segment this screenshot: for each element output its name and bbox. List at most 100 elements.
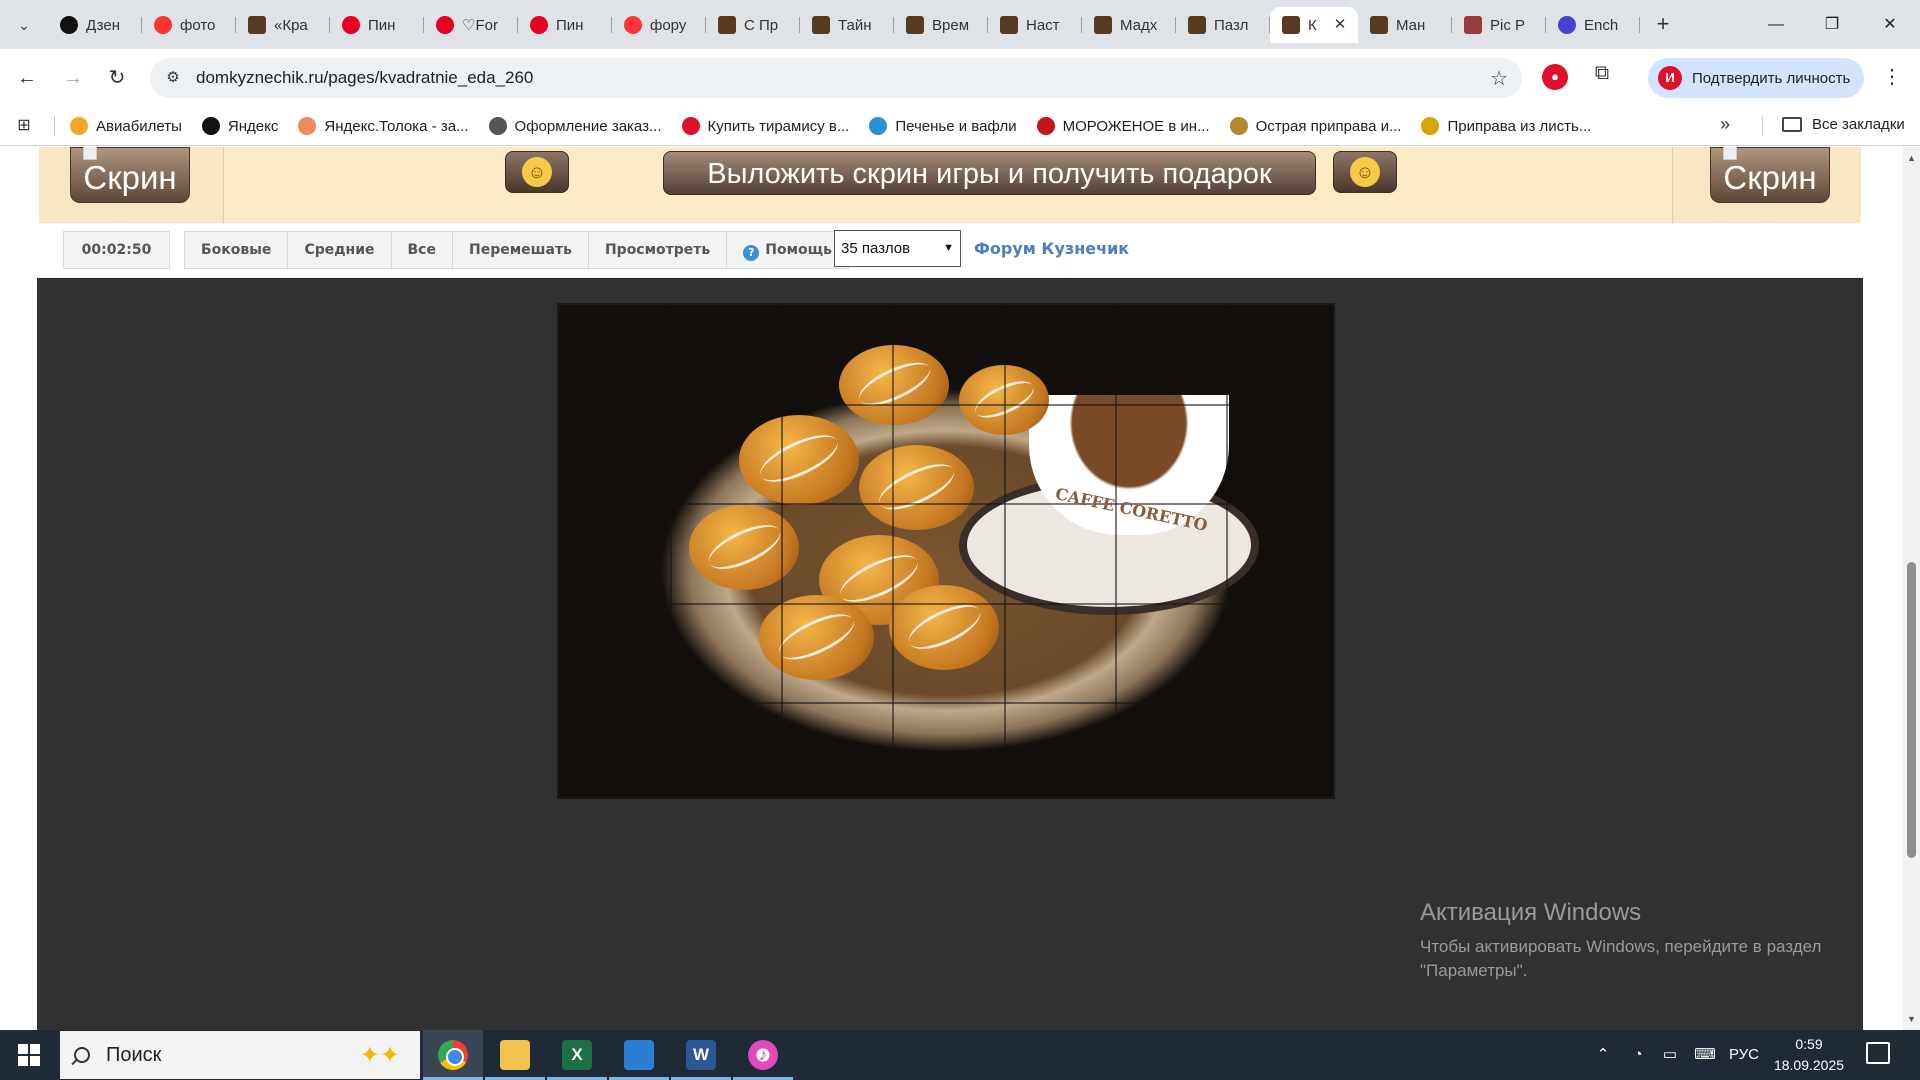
keyboard-icon[interactable]: ⌨ xyxy=(1688,1030,1722,1080)
smiley-right-button[interactable]: ☺ xyxy=(1333,151,1397,193)
browser-tab[interactable]: фото xyxy=(142,7,236,43)
new-tab-button[interactable]: + xyxy=(1650,12,1676,38)
bookmark-item[interactable]: Яндекс.Толока - за... xyxy=(298,117,469,135)
taskbar-chrome[interactable] xyxy=(423,1030,483,1080)
tab-title: Pic P xyxy=(1490,16,1526,34)
bookmark-item[interactable]: Оформление заказ... xyxy=(488,117,662,135)
profile-avatar: И xyxy=(1658,66,1682,90)
shuffle-button[interactable]: Перемешать xyxy=(453,232,589,268)
browser-tab[interactable]: Пин xyxy=(518,7,612,43)
bookmarks-overflow-button[interactable]: » xyxy=(1720,114,1730,135)
network-icon[interactable]: ◔ xyxy=(1624,1030,1652,1080)
bookmark-label: Купить тирамису в... xyxy=(707,117,850,135)
bookmark-item[interactable]: Приправа из листь... xyxy=(1421,117,1591,135)
puzzle-image[interactable]: CAFFE CORETTO xyxy=(557,303,1335,799)
browser-tab[interactable]: Пазл xyxy=(1176,7,1270,43)
battery-icon[interactable]: ▭ xyxy=(1656,1030,1684,1080)
bookmark-item[interactable]: МОРОЖЕНОЕ в ин... xyxy=(1036,117,1210,135)
adblock-extension-icon[interactable]: ● xyxy=(1542,64,1568,90)
reload-button[interactable]: ↻ xyxy=(102,63,132,93)
scroll-thumb[interactable] xyxy=(1907,562,1916,858)
bookmark-label: Печенье и вафли xyxy=(895,117,1017,135)
forward-button[interactable]: → xyxy=(58,63,88,93)
scroll-up-icon[interactable]: ▲ xyxy=(1903,153,1920,163)
puzzle-grid-line xyxy=(1115,305,1117,797)
windows-logo-icon xyxy=(18,1044,40,1066)
upload-screenshot-button[interactable]: Выложить скрин игры и получить подарок xyxy=(663,151,1316,195)
taskbar-photos[interactable] xyxy=(609,1030,669,1080)
taskbar-clock[interactable]: 0:59 18.09.2025 xyxy=(1764,1034,1854,1076)
all-pieces-button[interactable]: Все xyxy=(392,232,452,268)
close-tab-icon[interactable]: ✕ xyxy=(1330,15,1350,35)
apps-grid-icon[interactable]: ⊞ xyxy=(14,116,34,136)
browser-tab[interactable]: Мадх xyxy=(1082,7,1176,43)
taskbar-word[interactable]: W xyxy=(671,1030,731,1080)
edge-pieces-button[interactable]: Боковые xyxy=(185,232,289,268)
timer-box: 00:02:50 xyxy=(63,231,170,269)
pieces-count-value: 35 пазлов xyxy=(841,240,911,257)
extensions-puzzle-icon[interactable]: ⧉ xyxy=(1588,62,1616,90)
taskbar-itunes[interactable]: ♪ xyxy=(733,1030,793,1080)
kuz-favicon-icon xyxy=(1000,16,1018,34)
yandex-favicon-icon xyxy=(624,16,642,34)
browser-tab[interactable]: Врем xyxy=(894,7,988,43)
close-window-button[interactable]: ✕ xyxy=(1862,0,1918,49)
tab-title: Врем xyxy=(932,16,970,34)
profile-button[interactable]: И Подтвердить личность xyxy=(1648,58,1864,98)
help-button[interactable]: ? Помощь xyxy=(727,232,848,268)
taskbar-search-box[interactable]: Поиск ✦✦ xyxy=(60,1031,420,1079)
browser-tab[interactable]: Дзен xyxy=(48,7,142,43)
url-text[interactable]: domkyznechik.ru/pages/kvadratnie_eda_260 xyxy=(196,68,533,88)
bookmark-star-icon[interactable]: ☆ xyxy=(1490,66,1508,91)
taskbar-excel[interactable]: X xyxy=(547,1030,607,1080)
browser-tab[interactable]: К ✕ xyxy=(1270,7,1358,43)
forum-link[interactable]: Форум Кузнечик xyxy=(974,239,1129,258)
browser-tab[interactable]: С Пр xyxy=(706,7,800,43)
browser-tab[interactable]: Наст xyxy=(988,7,1082,43)
browser-tab[interactable]: Ман xyxy=(1358,7,1452,43)
bookmark-item[interactable]: Купить тирамису в... xyxy=(681,117,850,135)
bookmark-label: Приправа из листь... xyxy=(1447,117,1592,135)
minimize-button[interactable]: — xyxy=(1748,0,1804,49)
browser-tab[interactable]: ♡For xyxy=(424,7,518,43)
bookmark-item[interactable]: Острая приправа и... xyxy=(1229,117,1402,135)
taskbar-file-explorer[interactable] xyxy=(485,1030,545,1080)
browser-menu-icon[interactable]: ⋮ xyxy=(1880,62,1904,92)
scroll-down-icon[interactable]: ▼ xyxy=(1903,1014,1920,1024)
start-button[interactable] xyxy=(0,1030,58,1080)
puzzle-grid-line xyxy=(1226,305,1228,797)
page-scrollbar[interactable]: ▲ ▼ xyxy=(1903,147,1920,1030)
browser-tab[interactable]: фору xyxy=(612,7,706,43)
notification-center-icon[interactable] xyxy=(1866,1042,1890,1064)
browser-tab[interactable]: «Кра xyxy=(236,7,330,43)
bookmark-favicon-icon xyxy=(201,117,220,135)
middle-pieces-button[interactable]: Средние xyxy=(288,232,392,268)
input-language-indicator[interactable]: РУС xyxy=(1726,1030,1762,1080)
browser-tab[interactable]: Тайн xyxy=(800,7,894,43)
browser-tab[interactable]: Пин xyxy=(330,7,424,43)
copilot-sparkle-icon[interactable]: ✦✦ xyxy=(360,1041,400,1070)
bookmark-item[interactable]: Печенье и вафли xyxy=(869,117,1017,135)
search-icon xyxy=(74,1047,90,1063)
maximize-button[interactable]: ❐ xyxy=(1804,0,1860,49)
all-bookmarks-button[interactable]: Все закладки xyxy=(1782,116,1905,133)
site-info-icon[interactable]: ⚙ xyxy=(162,67,184,89)
bookmark-item[interactable]: Авиабилеты xyxy=(70,117,182,135)
action-buttons: Перемешать Просмотреть ? Помощь xyxy=(452,231,850,269)
address-bar[interactable]: ⚙ domkyznechik.ru/pages/kvadratnie_eda_2… xyxy=(150,58,1522,98)
skrin-left-button[interactable]: Скрин xyxy=(70,147,190,203)
preview-button[interactable]: Просмотреть xyxy=(589,232,728,268)
tray-overflow-chevron-icon[interactable]: ⌃ xyxy=(1590,1030,1616,1080)
bookmark-item[interactable]: Яндекс xyxy=(201,117,278,135)
browser-tab[interactable]: Ench xyxy=(1546,7,1640,43)
yandex-favicon-icon xyxy=(154,16,172,34)
bookmark-label: Острая приправа и... xyxy=(1255,117,1402,135)
browser-tab[interactable]: Pic P xyxy=(1452,7,1546,43)
pieces-count-select[interactable]: 35 пазлов ▼ xyxy=(834,230,961,267)
tab-search-button[interactable]: ⌄ xyxy=(10,13,38,37)
bookmarks-divider xyxy=(1762,116,1763,136)
tab-title: Пин xyxy=(368,16,396,34)
back-button[interactable]: ← xyxy=(12,63,42,93)
skrin-right-button[interactable]: Скрин xyxy=(1710,147,1830,203)
smiley-left-button[interactable]: ☺ xyxy=(505,151,569,193)
